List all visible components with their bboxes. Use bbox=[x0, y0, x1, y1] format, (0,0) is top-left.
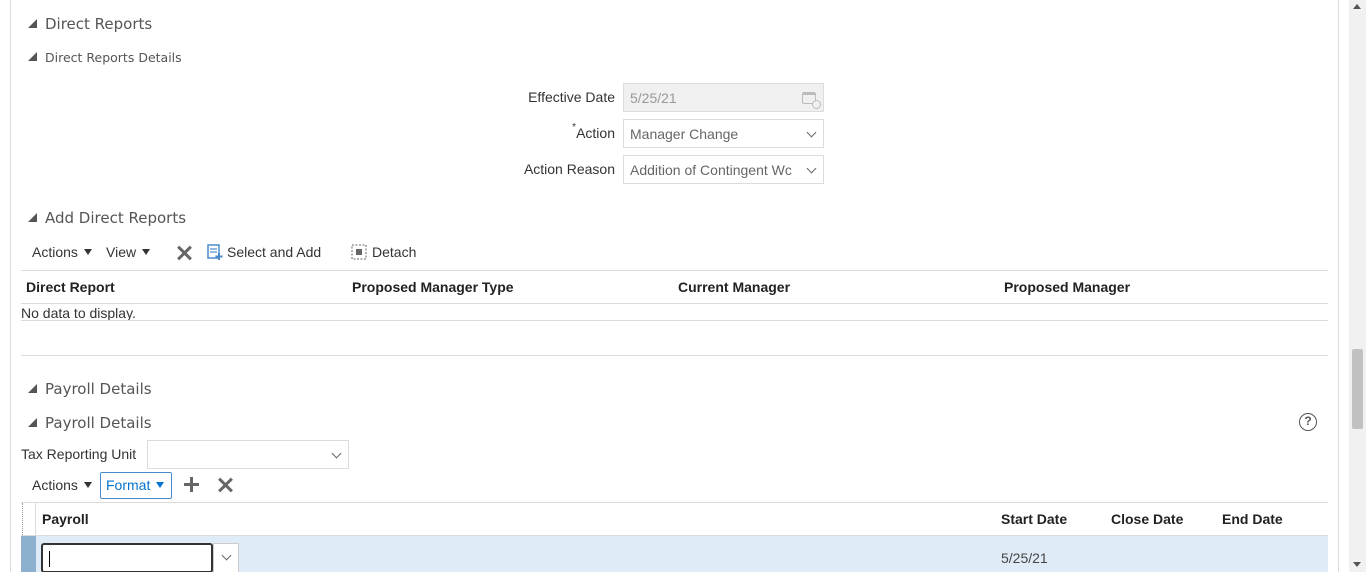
direct-reports-details-heading: Direct Reports Details bbox=[45, 50, 182, 65]
column-header-end-date[interactable]: End Date bbox=[1222, 511, 1283, 527]
column-header-proposed-manager-type[interactable]: Proposed Manager Type bbox=[352, 279, 514, 295]
select-and-add-icon bbox=[207, 244, 223, 260]
section-divider bbox=[21, 355, 1328, 356]
row-selector[interactable] bbox=[21, 536, 36, 572]
chevron-down-icon bbox=[806, 127, 817, 138]
view-menu[interactable]: View bbox=[106, 244, 151, 260]
no-data-message: No data to display. bbox=[21, 305, 136, 321]
payroll-input[interactable] bbox=[41, 543, 213, 572]
required-marker: * bbox=[572, 122, 577, 133]
chevron-down-icon bbox=[806, 163, 817, 174]
effective-date-field: 5/25/21 bbox=[623, 83, 824, 112]
chevron-down-icon bbox=[221, 550, 232, 561]
format-menu-label: Format bbox=[106, 477, 151, 493]
format-menu[interactable]: Format bbox=[100, 472, 172, 499]
payroll-actions-menu[interactable]: Actions bbox=[32, 477, 92, 493]
action-label-text: Action bbox=[576, 125, 615, 141]
action-select-value: Manager Change bbox=[630, 126, 739, 142]
collapse-triangle-icon[interactable] bbox=[28, 52, 37, 61]
collapse-triangle-icon[interactable] bbox=[28, 418, 37, 427]
add-icon[interactable] bbox=[184, 477, 200, 493]
column-header-close-date[interactable]: Close Date bbox=[1111, 511, 1183, 527]
collapse-triangle-icon[interactable] bbox=[28, 19, 37, 28]
tax-reporting-unit-label: Tax Reporting Unit bbox=[21, 446, 137, 462]
select-and-add-button[interactable]: Select and Add bbox=[207, 244, 321, 260]
delete-icon[interactable] bbox=[176, 245, 192, 261]
column-header-current-manager[interactable]: Current Manager bbox=[678, 279, 790, 295]
direct-reports-heading: Direct Reports bbox=[45, 15, 153, 33]
effective-date-value: 5/25/21 bbox=[630, 90, 677, 106]
caret-down-icon bbox=[142, 249, 151, 256]
action-reason-select-value: Addition of Contingent Wc bbox=[630, 162, 792, 178]
start-date-cell: 5/25/21 bbox=[1001, 550, 1048, 566]
scroll-down-arrow-icon[interactable] bbox=[1353, 562, 1361, 567]
text-cursor bbox=[49, 551, 50, 567]
detach-icon bbox=[351, 244, 367, 260]
chevron-down-icon bbox=[331, 448, 342, 459]
payroll-dropdown-button[interactable] bbox=[213, 543, 239, 572]
table-bottom-border bbox=[21, 320, 1328, 321]
collapse-triangle-icon[interactable] bbox=[28, 213, 37, 222]
table-row[interactable]: 5/25/21 bbox=[21, 536, 1328, 572]
scrollbar-thumb[interactable] bbox=[1352, 349, 1363, 429]
tax-reporting-unit-select[interactable] bbox=[147, 440, 349, 469]
action-reason-label: Action Reason bbox=[523, 161, 615, 177]
actions-menu-label: Actions bbox=[32, 244, 78, 260]
action-label: *Action bbox=[470, 122, 615, 141]
column-header-direct-report[interactable]: Direct Report bbox=[26, 279, 115, 295]
action-select[interactable]: Manager Change bbox=[623, 119, 824, 148]
payroll-details-subheading: Payroll Details bbox=[45, 414, 152, 432]
action-reason-select[interactable]: Addition of Contingent Wc bbox=[623, 155, 824, 184]
collapse-triangle-icon[interactable] bbox=[28, 384, 37, 393]
effective-date-label: Effective Date bbox=[528, 89, 615, 105]
page-right-border bbox=[1338, 0, 1339, 572]
delete-icon[interactable] bbox=[217, 477, 233, 493]
caret-down-icon bbox=[83, 482, 92, 489]
view-menu-label: View bbox=[106, 244, 137, 260]
payroll-table-top-border bbox=[21, 502, 1328, 503]
caret-down-icon bbox=[83, 249, 92, 256]
detach-button[interactable]: Detach bbox=[351, 244, 416, 260]
page-left-border bbox=[10, 0, 11, 572]
vertical-scrollbar[interactable] bbox=[1349, 0, 1366, 572]
column-header-payroll[interactable]: Payroll bbox=[42, 511, 89, 527]
help-icon[interactable]: ? bbox=[1299, 413, 1317, 431]
detach-label: Detach bbox=[372, 244, 417, 260]
actions-menu[interactable]: Actions bbox=[32, 244, 92, 260]
calendar-icon bbox=[802, 92, 821, 109]
table-header-top-border bbox=[21, 270, 1328, 271]
select-and-add-label: Select and Add bbox=[227, 244, 322, 260]
row-header-column bbox=[22, 503, 36, 535]
payroll-actions-menu-label: Actions bbox=[32, 477, 78, 493]
add-direct-reports-heading: Add Direct Reports bbox=[45, 209, 187, 227]
column-header-start-date[interactable]: Start Date bbox=[1001, 511, 1067, 527]
caret-down-icon bbox=[156, 482, 165, 489]
table-header-bottom-border bbox=[21, 303, 1328, 304]
scroll-up-arrow-icon[interactable] bbox=[1353, 4, 1361, 9]
payroll-details-heading: Payroll Details bbox=[45, 380, 152, 398]
column-header-proposed-manager[interactable]: Proposed Manager bbox=[1004, 279, 1130, 295]
